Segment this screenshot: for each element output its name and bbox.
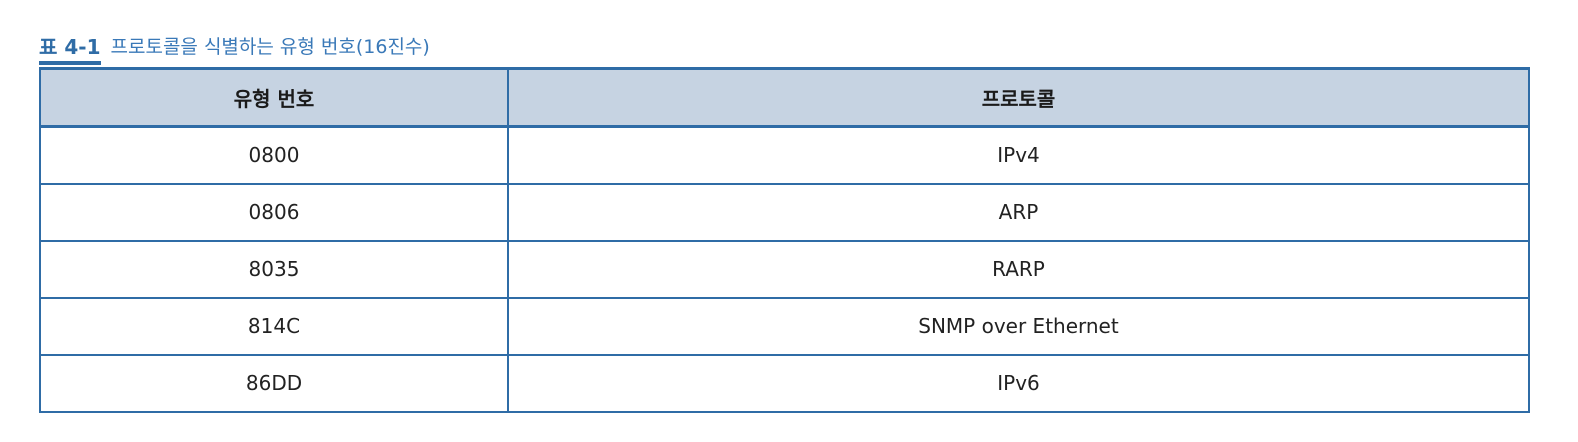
cell-protocol: SNMP over Ethernet — [507, 296, 1530, 356]
cell-type-number: 0806 — [39, 182, 509, 242]
data-table: 유형 번호 프로토콜 0800 IPv4 0806 ARP 8035 RARP … — [39, 67, 1530, 413]
cell-protocol: IPv4 — [507, 125, 1530, 185]
header-type-number: 유형 번호 — [39, 67, 509, 128]
table-row: 814C SNMP over Ethernet — [39, 296, 1530, 356]
protocol-type-table: 유형 번호 프로토콜 0800 IPv4 0806 ARP 8035 RARP … — [39, 67, 1530, 413]
table-title: 프로토콜을 식별하는 유형 번호(16진수) — [110, 36, 430, 58]
table-number: 표 4-1 — [39, 35, 101, 65]
cell-type-number: 86DD — [39, 353, 509, 413]
cell-protocol: ARP — [507, 182, 1530, 242]
table-row: 8035 RARP — [39, 239, 1530, 299]
cell-type-number: 8035 — [39, 239, 509, 299]
table-row: 0800 IPv4 — [39, 125, 1530, 185]
table-caption: 표 4-1 프로토콜을 식별하는 유형 번호(16진수) — [39, 33, 430, 67]
table-row: 0806 ARP — [39, 182, 1530, 242]
table-header-row: 유형 번호 프로토콜 — [39, 67, 1530, 128]
cell-protocol: RARP — [507, 239, 1530, 299]
cell-protocol: IPv6 — [507, 353, 1530, 413]
cell-type-number: 814C — [39, 296, 509, 356]
table-row: 86DD IPv6 — [39, 353, 1530, 413]
cell-type-number: 0800 — [39, 125, 509, 185]
header-protocol: 프로토콜 — [507, 67, 1530, 128]
